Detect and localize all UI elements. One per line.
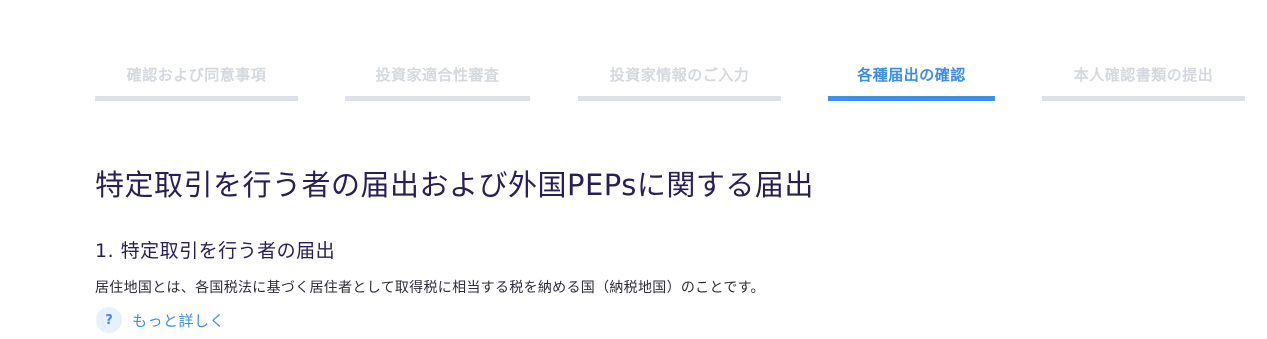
- step-label: 各種届出の確認: [857, 66, 966, 84]
- step-label: 投資家情報のご入力: [609, 66, 750, 84]
- step-progress-bar: [95, 96, 298, 101]
- progress-steps: 確認および同意事項 投資家適合性審査 投資家情報のご入力 各種届出の確認 本人確…: [0, 0, 1267, 110]
- step-label: 投資家適合性審査: [375, 66, 500, 84]
- question-mark-icon: ?: [96, 307, 122, 333]
- more-details-label: もっと詳しく: [132, 311, 226, 330]
- step-progress-bar: [345, 96, 530, 101]
- page-title: 特定取引を行う者の届出および外国PEPsに関する届出: [95, 168, 814, 202]
- step-progress-bar: [1042, 96, 1245, 101]
- step-identity-documents[interactable]: 本人確認書類の提出: [1042, 60, 1245, 102]
- section-title: 1. 特定取引を行う者の届出: [95, 240, 336, 262]
- step-label: 確認および同意事項: [126, 66, 267, 84]
- step-label: 本人確認書類の提出: [1073, 66, 1214, 84]
- step-notifications[interactable]: 各種届出の確認: [828, 60, 995, 102]
- section-description: 居住地国とは、各国税法に基づく居住者として取得税に相当する税を納める国（納税地国…: [95, 280, 765, 296]
- step-suitability[interactable]: 投資家適合性審査: [345, 60, 530, 102]
- step-investor-info[interactable]: 投資家情報のご入力: [578, 60, 781, 102]
- more-details-link[interactable]: ? もっと詳しく: [96, 307, 225, 333]
- step-progress-bar: [578, 96, 781, 101]
- step-progress-bar: [828, 96, 995, 101]
- step-consent[interactable]: 確認および同意事項: [95, 60, 298, 102]
